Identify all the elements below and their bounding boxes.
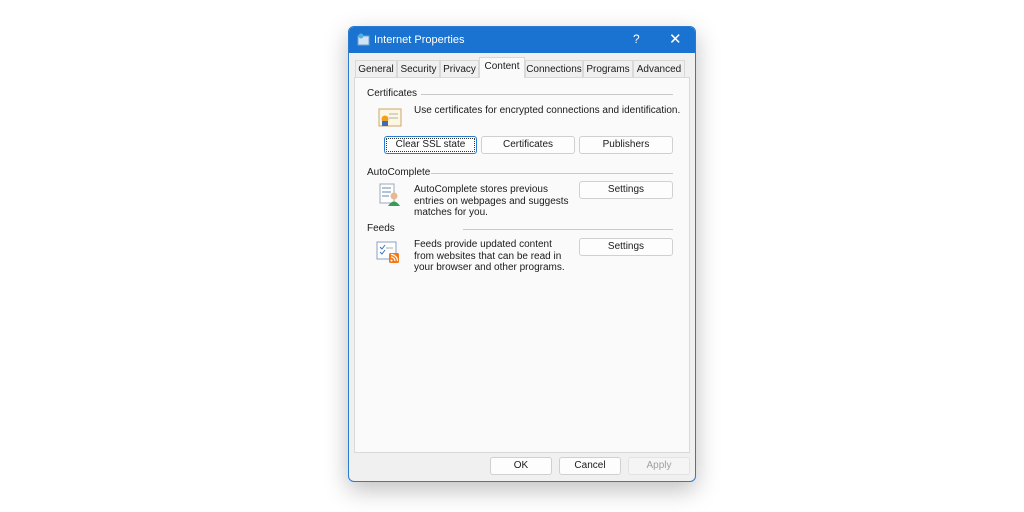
content-tab-panel: Certificates Use certificates for encryp… [354,77,690,453]
divider [463,229,673,230]
autocomplete-settings-button[interactable]: Settings [579,181,673,199]
divider [431,173,673,174]
internet-properties-icon [357,33,370,46]
certificates-heading: Certificates [367,88,418,99]
ok-button[interactable]: OK [490,457,552,475]
tab-programs[interactable]: Programs [583,60,633,77]
internet-properties-dialog: Internet Properties ? ✕ General Security… [348,26,696,482]
certificate-icon [378,108,402,127]
cancel-button[interactable]: Cancel [559,457,621,475]
tab-general[interactable]: General [355,60,397,77]
certificates-button[interactable]: Certificates [481,136,575,154]
close-button[interactable]: ✕ [669,30,682,48]
title-bar: Internet Properties ? ✕ [349,27,695,53]
divider [421,94,673,95]
clear-ssl-state-button[interactable]: Clear SSL state [384,136,477,154]
feeds-description: Feeds provide updated content from websi… [414,239,565,273]
window-title: Internet Properties [374,34,465,46]
feeds-heading: Feeds [367,223,395,234]
autocomplete-description: AutoComplete stores previous entries on … [414,184,569,218]
tab-connections[interactable]: Connections [525,60,583,77]
tab-security[interactable]: Security [397,60,440,77]
certificates-description: Use certificates for encrypted connectio… [414,105,681,116]
feeds-settings-button[interactable]: Settings [579,238,673,256]
publishers-button[interactable]: Publishers [579,136,673,154]
autocomplete-icon [379,183,400,206]
help-button[interactable]: ? [633,32,640,46]
apply-button[interactable]: Apply [628,457,690,475]
tab-privacy[interactable]: Privacy [440,60,479,77]
autocomplete-heading: AutoComplete [367,167,431,178]
feeds-icon [376,241,399,263]
tab-advanced[interactable]: Advanced [633,60,685,77]
tab-content[interactable]: Content [479,57,525,78]
